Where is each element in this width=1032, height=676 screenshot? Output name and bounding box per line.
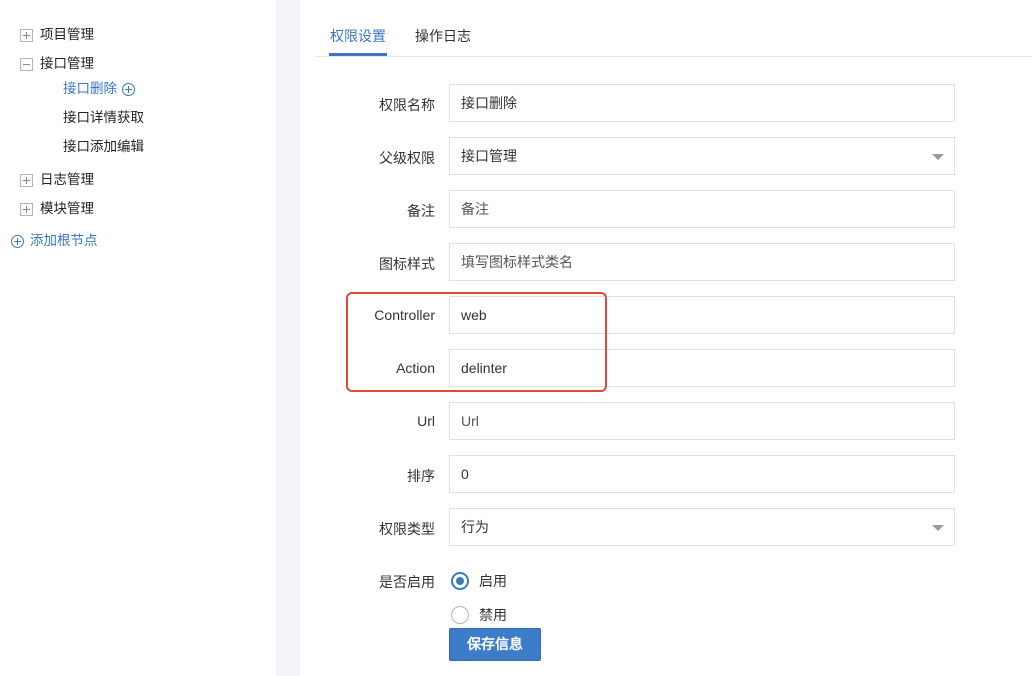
controller-input[interactable]: [449, 296, 955, 334]
add-root-node-button[interactable]: 添加根节点: [11, 231, 98, 251]
tree-node-log-management[interactable]: 日志管理: [20, 170, 94, 190]
icon-style-label: 图标样式: [379, 256, 435, 272]
tab-bar: 权限设置 操作日志: [316, 0, 1032, 57]
sort-label: 排序: [407, 468, 435, 484]
tree-child-interface-detail[interactable]: 接口详情获取: [63, 108, 144, 128]
tree-child-interface-add-edit[interactable]: 接口添加编辑: [63, 137, 144, 157]
sort-input[interactable]: [449, 455, 955, 493]
tree-node-label: 项目管理: [40, 27, 94, 42]
add-circle-icon: [11, 234, 24, 248]
add-child-icon[interactable]: [122, 82, 135, 96]
collapse-icon[interactable]: [20, 57, 33, 71]
dropdown-caret-icon: [932, 154, 944, 160]
tree-node-module-management[interactable]: 模块管理: [20, 199, 94, 219]
permission-name-input[interactable]: [449, 84, 955, 122]
tree-node-label: 接口添加编辑: [63, 139, 144, 154]
tree-node-label: 接口管理: [40, 56, 94, 71]
permission-tree: 项目管理 接口管理 接口删除 接口详情获取 接口添加编辑 日志管理 模块管理 添…: [0, 0, 276, 676]
parent-permission-label: 父级权限: [379, 150, 435, 166]
parent-permission-select[interactable]: 接口管理: [449, 137, 955, 175]
permission-name-label: 权限名称: [379, 97, 435, 113]
radio-checked-icon[interactable]: [451, 572, 469, 590]
tree-node-label: 接口详情获取: [63, 110, 144, 125]
url-label: Url: [417, 413, 435, 429]
save-button[interactable]: 保存信息: [449, 628, 541, 661]
tab-permission-settings[interactable]: 权限设置: [329, 26, 387, 56]
radio-disable[interactable]: 禁用: [451, 605, 507, 625]
tab-operation-log[interactable]: 操作日志: [415, 26, 471, 46]
action-label: Action: [396, 360, 435, 376]
radio-enable-label: 启用: [479, 573, 507, 589]
tree-node-project-management[interactable]: 项目管理: [20, 25, 94, 45]
tree-node-label: 接口删除: [63, 81, 117, 96]
parent-permission-value: 接口管理: [461, 148, 517, 164]
permission-type-label: 权限类型: [379, 521, 435, 537]
permission-type-value: 行为: [461, 519, 489, 535]
add-root-label: 添加根节点: [30, 233, 98, 248]
expand-icon[interactable]: [20, 173, 33, 187]
radio-disable-label: 禁用: [479, 607, 507, 623]
icon-style-input[interactable]: [449, 243, 955, 281]
permission-type-select[interactable]: 行为: [449, 508, 955, 546]
expand-icon[interactable]: [20, 202, 33, 216]
radio-enable[interactable]: 启用: [451, 571, 507, 591]
controller-label: Controller: [374, 307, 435, 323]
radio-unchecked-icon[interactable]: [451, 606, 469, 624]
tree-node-interface-management[interactable]: 接口管理: [20, 54, 94, 74]
remark-label: 备注: [407, 203, 435, 219]
remark-input[interactable]: [449, 190, 955, 228]
panel-divider: [276, 0, 300, 676]
action-input[interactable]: [449, 349, 955, 387]
expand-icon[interactable]: [20, 28, 33, 42]
tree-node-label: 模块管理: [40, 201, 94, 216]
tree-node-label: 日志管理: [40, 172, 94, 187]
enabled-label: 是否启用: [379, 574, 435, 590]
url-input[interactable]: [449, 402, 955, 440]
dropdown-caret-icon: [932, 525, 944, 531]
tree-child-interface-delete[interactable]: 接口删除: [63, 79, 135, 99]
